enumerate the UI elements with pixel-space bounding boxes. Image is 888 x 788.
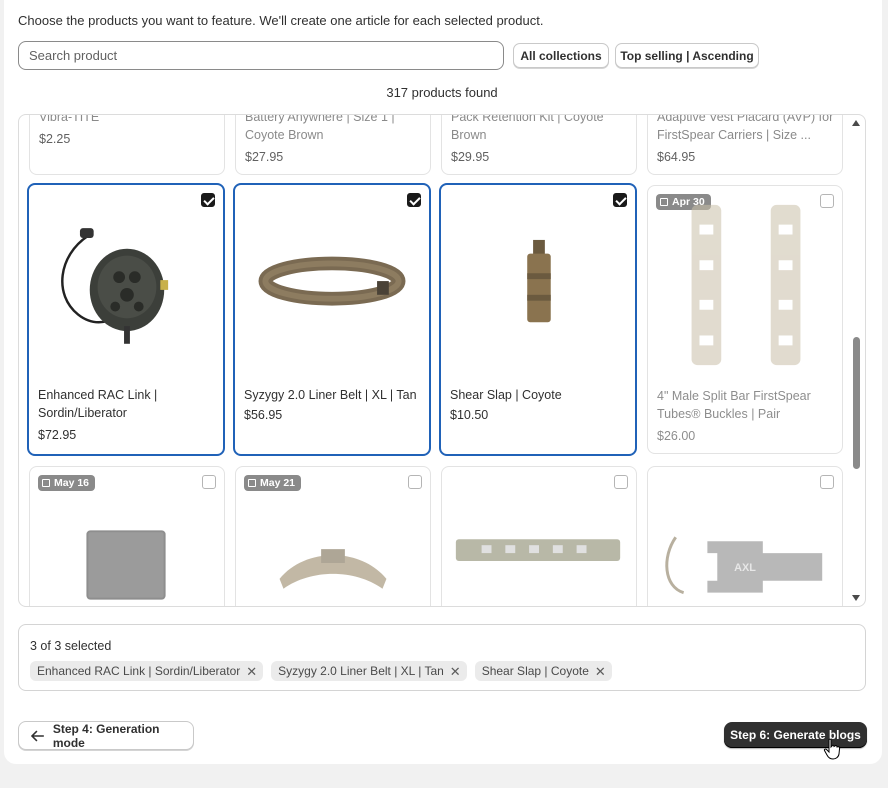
product-checkbox[interactable] xyxy=(408,475,422,489)
grid-scrollbar[interactable] xyxy=(847,115,865,606)
svg-text:AXL: AXL xyxy=(734,562,756,574)
date-badge: May 16 xyxy=(38,475,96,491)
laser-cut-panel-icon xyxy=(455,539,621,562)
date-badge: May 21 xyxy=(244,475,302,491)
product-card[interactable]: Vibra-TITE $2.25 xyxy=(29,114,225,175)
product-title: 4" Male Split Bar FirstSpear Tubes® Buck… xyxy=(657,389,811,421)
product-title: Shear Slap | Coyote xyxy=(450,388,562,402)
buckle-bars-icon xyxy=(691,204,801,366)
product-checkbox[interactable] xyxy=(202,475,216,489)
scroll-thumb[interactable] xyxy=(853,337,860,469)
selected-tag: Shear Slap | Coyote ✕ xyxy=(474,661,612,681)
product-checkbox[interactable] xyxy=(613,193,627,207)
product-card[interactable]: May 16 xyxy=(29,466,225,606)
search-product-input[interactable] xyxy=(18,41,504,70)
product-grid[interactable]: Vibra-TITE $2.25 Battery Anywhere | Size… xyxy=(18,114,866,607)
product-price: $56.95 xyxy=(244,408,283,422)
product-price: $64.95 xyxy=(657,150,696,164)
product-card[interactable]: AXL xyxy=(647,466,843,606)
product-price: $29.95 xyxy=(451,150,490,164)
pouch-icon xyxy=(527,239,551,323)
product-price: $72.95 xyxy=(38,428,77,442)
product-price: $27.95 xyxy=(245,150,284,164)
remove-tag-icon[interactable]: ✕ xyxy=(450,665,461,678)
product-checkbox[interactable] xyxy=(407,193,421,207)
product-card-male-split-bar[interactable]: Apr 30 4" Male Split Bar FirstSpear Tube… xyxy=(647,185,843,454)
scroll-down-arrow-icon[interactable] xyxy=(852,595,860,601)
remove-tag-icon[interactable]: ✕ xyxy=(595,665,606,678)
product-card-enhanced-rac-link[interactable]: Enhanced RAC Link | Sordin/Liberator $72… xyxy=(27,183,225,456)
product-title: Vibra-TITE xyxy=(39,114,100,124)
product-price: $26.00 xyxy=(657,429,696,443)
sort-filter[interactable]: Top selling | Ascending xyxy=(615,43,759,68)
product-price: $2.25 xyxy=(39,132,71,146)
generate-blogs-button[interactable]: Step 6: Generate blogs xyxy=(724,722,867,748)
belt-icon xyxy=(258,256,406,306)
product-card[interactable]: Pack Retention Kit | Coyote Brown $29.95 xyxy=(441,114,637,175)
arrow-left-icon xyxy=(31,730,44,741)
product-checkbox[interactable] xyxy=(614,475,628,489)
products-found-count: 317 products found xyxy=(386,85,498,100)
selection-summary: 3 of 3 selected Enhanced RAC Link | Sord… xyxy=(18,624,866,691)
axl-plate-icon: AXL xyxy=(665,536,823,595)
product-title: Enhanced RAC Link | Sordin/Liberator xyxy=(38,388,158,420)
product-title: Syzygy 2.0 Liner Belt | XL | Tan xyxy=(244,388,417,402)
scroll-up-arrow-icon[interactable] xyxy=(852,120,860,126)
selected-tag: Enhanced RAC Link | Sordin/Liberator ✕ xyxy=(30,661,264,681)
selected-tag: Syzygy 2.0 Liner Belt | XL | Tan ✕ xyxy=(271,661,467,681)
remove-tag-icon[interactable]: ✕ xyxy=(246,665,257,678)
product-title: Adaptive Vest Placard (AVP) for FirstSpe… xyxy=(657,114,834,142)
headset-icon xyxy=(61,228,169,344)
product-card-syzygy-liner-belt[interactable]: Syzygy 2.0 Liner Belt | XL | Tan $56.95 xyxy=(233,183,431,456)
product-title: Battery Anywhere | Size 1 | Coyote Brown xyxy=(245,114,395,142)
padded-strap-icon xyxy=(279,549,387,589)
back-step-button[interactable]: Step 4: Generation mode xyxy=(18,721,194,750)
product-card[interactable]: Battery Anywhere | Size 1 | Coyote Brown… xyxy=(235,114,431,175)
mesh-panel-icon xyxy=(86,530,166,600)
all-collections-filter[interactable]: All collections xyxy=(513,43,609,68)
product-checkbox[interactable] xyxy=(201,193,215,207)
product-card[interactable]: May 21 xyxy=(235,466,431,606)
product-price: $10.50 xyxy=(450,408,489,422)
product-title: Pack Retention Kit | Coyote Brown xyxy=(451,114,604,142)
intro-text: Choose the products you want to feature.… xyxy=(18,13,544,28)
selected-count: 3 of 3 selected xyxy=(30,639,112,653)
calendar-icon xyxy=(248,479,256,487)
product-card[interactable]: Adaptive Vest Placard (AVP) for FirstSpe… xyxy=(647,114,843,175)
calendar-icon xyxy=(42,479,50,487)
product-card[interactable] xyxy=(441,466,637,606)
product-checkbox[interactable] xyxy=(820,475,834,489)
hand-cursor-icon xyxy=(823,738,841,760)
product-card-shear-slap[interactable]: Shear Slap | Coyote $10.50 xyxy=(439,183,637,456)
selected-tags: Enhanced RAC Link | Sordin/Liberator ✕ Sy… xyxy=(30,661,612,681)
